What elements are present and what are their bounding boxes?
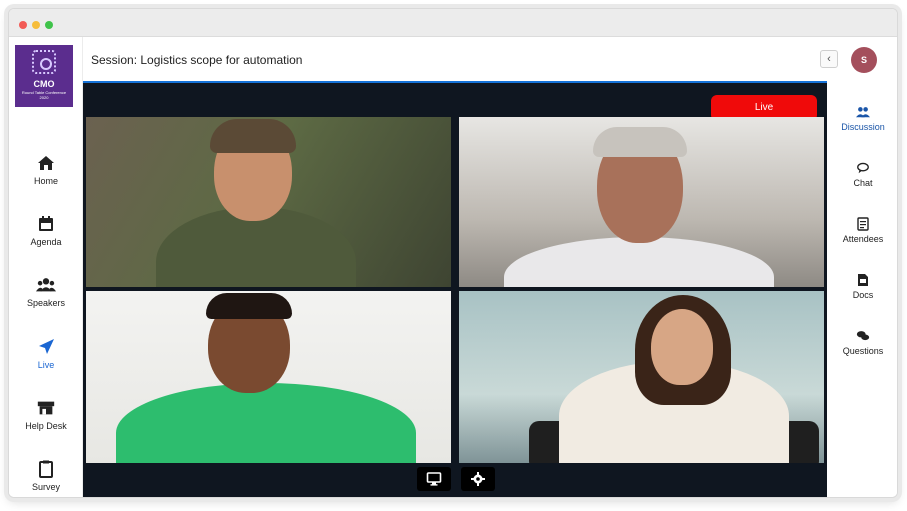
tab-label: Docs <box>852 290 874 300</box>
right-sidebar: Discussion Chat Attendees Docs Questions <box>827 81 897 497</box>
minimize-window-button[interactable] <box>32 21 40 29</box>
users-icon <box>856 107 870 118</box>
sidebar-item-home[interactable]: Home <box>9 149 83 199</box>
user-avatar[interactable]: S <box>851 47 877 73</box>
sidebar-item-label: Home <box>33 176 58 186</box>
session-header: Session: Logistics scope for automation … <box>83 37 897 81</box>
users-icon <box>36 278 56 292</box>
tab-questions[interactable]: Questions <box>827 327 897 371</box>
tab-docs[interactable]: Docs <box>827 271 897 315</box>
store-icon <box>37 401 55 415</box>
logo-subtitle: Round Table Conference 2020 <box>21 90 67 100</box>
video-tile[interactable] <box>86 291 451 463</box>
event-logo[interactable]: CMO Round Table Conference 2020 <box>15 45 73 107</box>
tab-discussion[interactable]: Discussion <box>827 103 897 147</box>
sidebar-item-speakers[interactable]: Speakers <box>9 271 83 321</box>
session-title: Session: Logistics scope for automation <box>91 53 302 67</box>
collapse-panel-button[interactable]: ‹ <box>820 50 838 68</box>
share-screen-button[interactable] <box>417 467 451 491</box>
sidebar-item-survey[interactable]: Survey <box>9 455 83 497</box>
session-label: Session: <box>91 53 138 67</box>
comments-icon <box>856 331 870 341</box>
sidebar-item-label: Agenda <box>30 237 62 247</box>
left-sidebar: CMO Round Table Conference 2020 Home Age… <box>9 37 83 497</box>
logo-icon <box>32 50 56 74</box>
video-stage: Live <box>83 81 827 497</box>
tab-label: Chat <box>853 178 873 188</box>
tab-label: Discussion <box>841 122 885 132</box>
tab-label: Questions <box>842 346 884 356</box>
monitor-icon <box>426 472 442 486</box>
sidebar-item-label: Live <box>37 360 55 370</box>
list-icon <box>857 217 869 231</box>
window-titlebar <box>9 9 897 37</box>
sidebar-item-live[interactable]: Live <box>9 333 83 383</box>
video-tile[interactable] <box>459 291 824 463</box>
video-tile[interactable] <box>459 117 824 287</box>
sidebar-item-label: Survey <box>31 482 60 492</box>
close-window-button[interactable] <box>19 21 27 29</box>
sidebar-item-agenda[interactable]: Agenda <box>9 210 83 260</box>
calendar-icon <box>39 216 53 231</box>
gear-icon <box>471 472 485 486</box>
maximize-window-button[interactable] <box>45 21 53 29</box>
sidebar-item-label: Help Desk <box>25 421 67 431</box>
app-window: CMO Round Table Conference 2020 Home Age… <box>8 8 898 498</box>
tab-chat[interactable]: Chat <box>827 159 897 203</box>
clipboard-icon <box>39 460 53 478</box>
sidebar-item-help-desk[interactable]: Help Desk <box>9 394 83 444</box>
session-name: Logistics scope for automation <box>140 53 303 67</box>
tab-attendees[interactable]: Attendees <box>827 215 897 259</box>
settings-button[interactable] <box>461 467 495 491</box>
paper-plane-icon <box>39 339 54 354</box>
tab-label: Attendees <box>842 234 884 244</box>
pdf-icon <box>858 274 868 286</box>
video-tile[interactable] <box>86 117 451 287</box>
sidebar-item-label: Speakers <box>26 298 66 308</box>
home-icon <box>38 156 54 170</box>
chat-icon <box>857 162 869 174</box>
logo-title: CMO <box>33 79 55 89</box>
